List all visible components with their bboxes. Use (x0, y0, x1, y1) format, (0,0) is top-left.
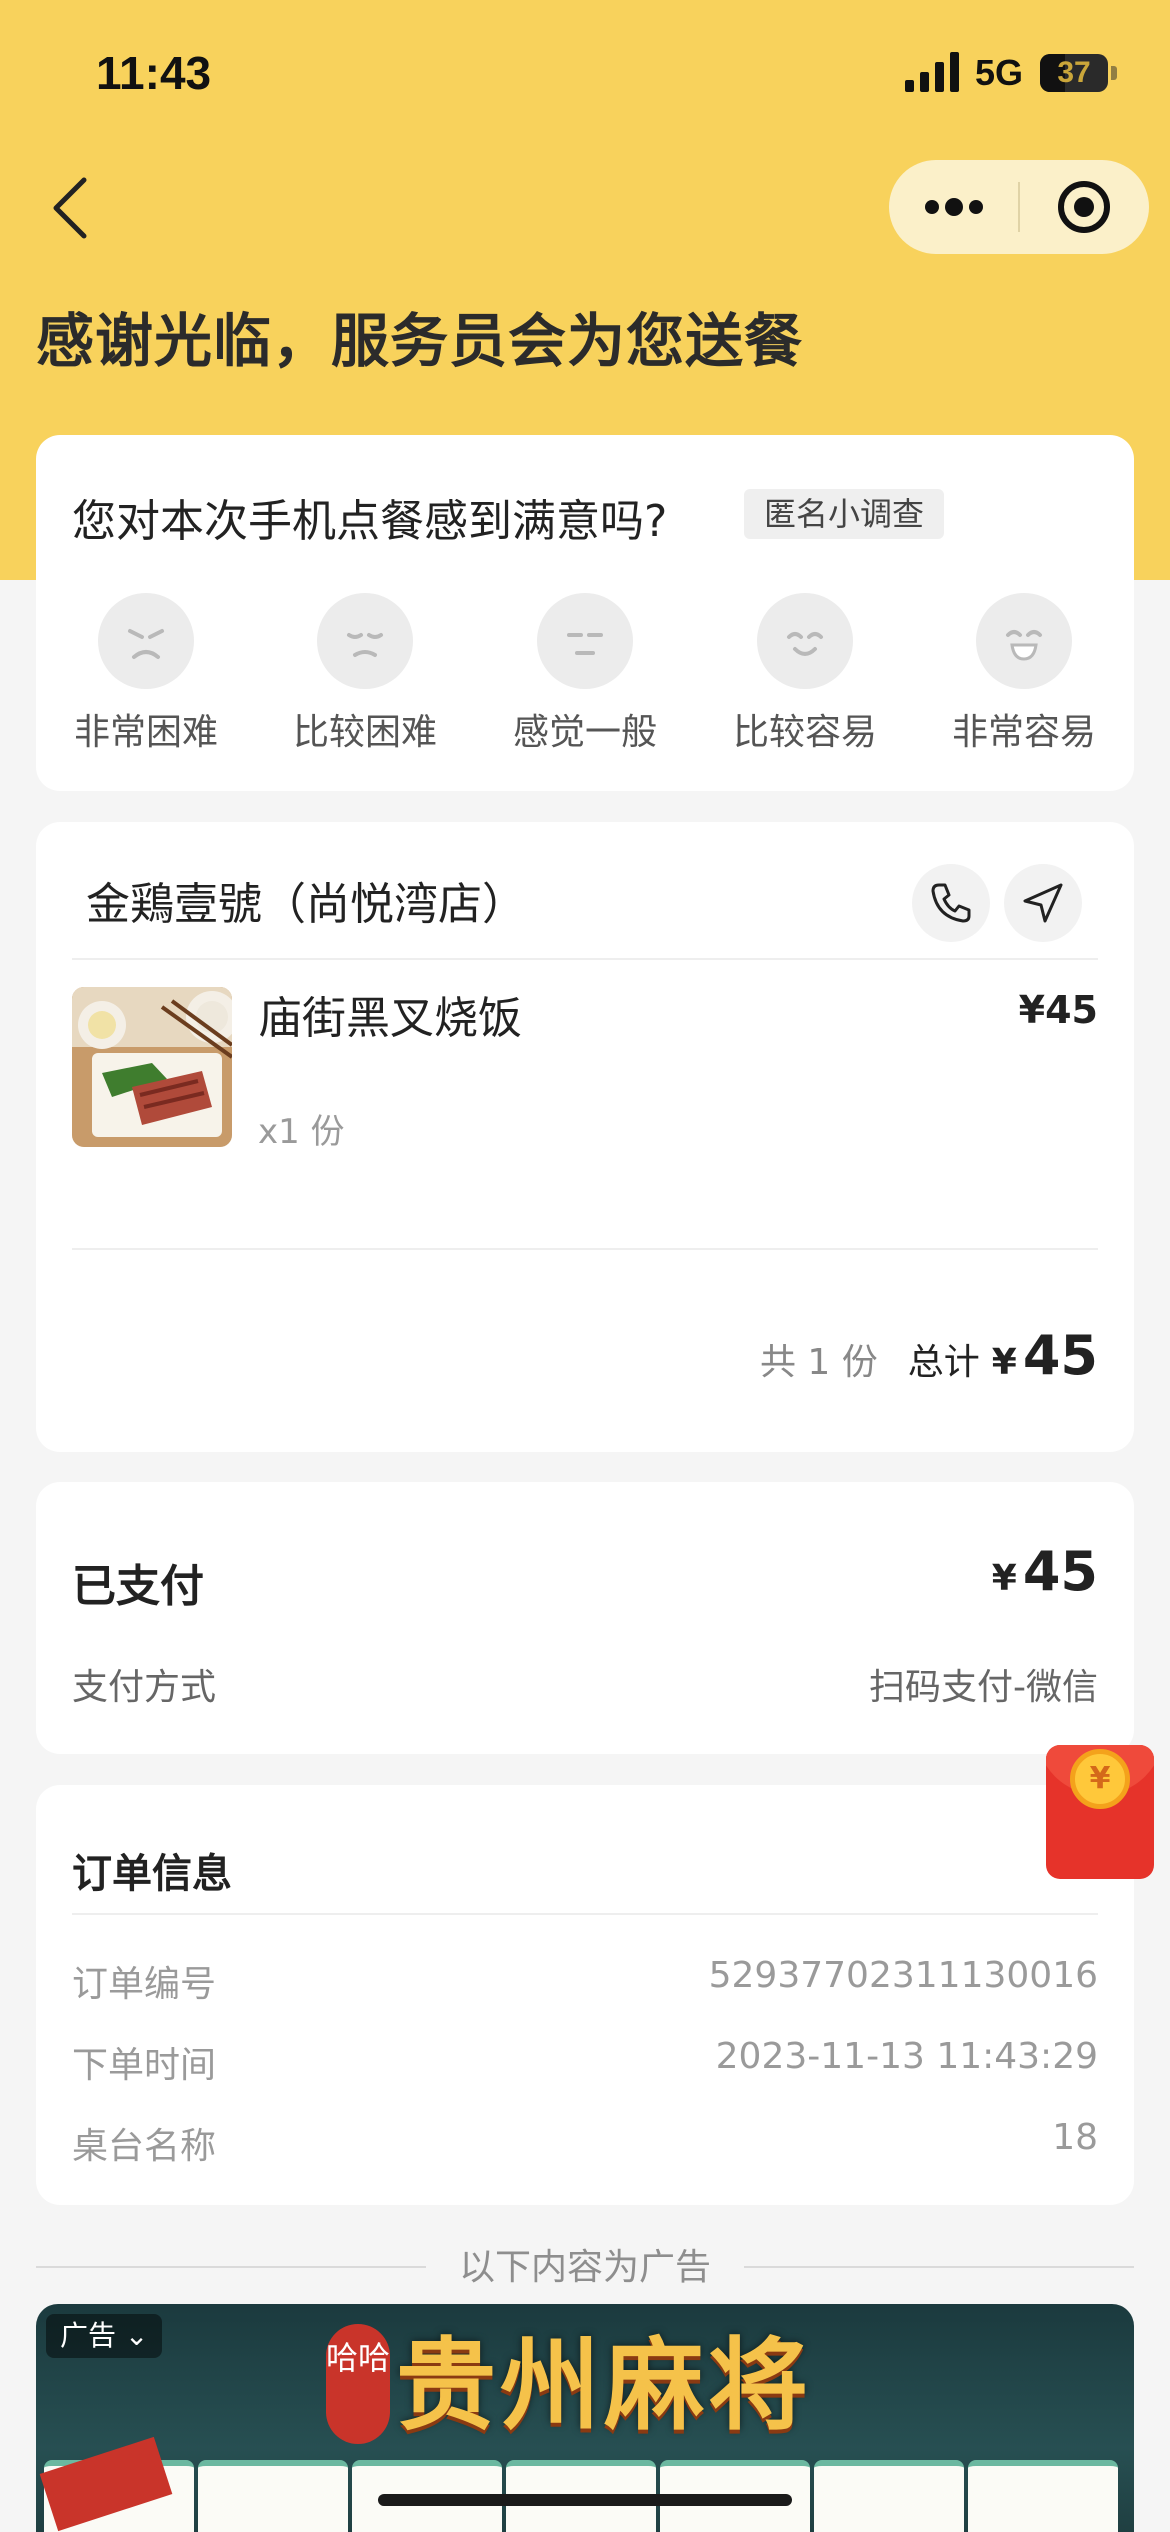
divider (72, 1248, 1098, 1250)
battery-level: 37 (1057, 56, 1091, 89)
divider (72, 1913, 1098, 1915)
order-time-value: 2023-11-13 11:43:29 (715, 2036, 1098, 2077)
ad-title: 贵州麻将 (396, 2326, 812, 2444)
total-count: 共 1 份 (759, 1342, 878, 1383)
rating-label: 感觉一般 (512, 712, 657, 753)
payment-status: 已支付 (72, 1561, 204, 1612)
home-indicator (378, 2494, 792, 2506)
rating-option-4[interactable]: 比较容易 (695, 593, 915, 755)
survey-card: 您对本次手机点餐感到满意吗? 匿名小调查 非常困难 比较困难 感觉一般 比较容易… (36, 435, 1134, 791)
yuan-coin-icon: ¥ (1070, 1749, 1130, 1809)
call-button[interactable] (912, 864, 990, 942)
item-price: ¥45 (1018, 988, 1098, 1032)
rating-option-3[interactable]: 感觉一般 (475, 593, 695, 755)
network-label: 5G (975, 52, 1024, 93)
status-time: 11:43 (96, 47, 212, 99)
navigation-arrow-icon (1023, 883, 1063, 923)
rating-option-5[interactable]: 非常容易 (914, 593, 1134, 755)
ad-divider-text: 以下内容为广告 (458, 2247, 711, 2288)
rating-label: 比较容易 (732, 712, 877, 753)
ad-badge: 哈哈 (326, 2324, 390, 2444)
table-name-label: 桌台名称 (72, 2126, 217, 2167)
total-label: 总计 (907, 1342, 980, 1383)
total-amount: 45 (1022, 1324, 1098, 1387)
battery-icon: 37 (1040, 54, 1108, 92)
order-info-title: 订单信息 (72, 1851, 232, 1897)
paid-amount: ¥ 45 (992, 1540, 1098, 1603)
order-number-label: 订单编号 (72, 1964, 217, 2005)
mini-program-capsule (889, 160, 1149, 254)
item-quantity: x1 份 (258, 1112, 345, 1152)
sad-face-icon (317, 593, 413, 689)
order-items-card: 金鶏壹號（尚悦湾店） 庙街黑叉烧饭 ¥45 x1 份 共 1 份 总计 ¥ 45 (36, 822, 1134, 1452)
ad-divider: 以下内容为广告 (36, 2238, 1134, 2294)
mahjong-tile (814, 2460, 964, 2532)
back-button[interactable] (40, 168, 100, 248)
red-packet-button[interactable]: ¥ (1046, 1745, 1154, 1879)
payment-method-value: 扫码支付-微信 (869, 1667, 1098, 1708)
rating-label: 非常容易 (951, 712, 1096, 753)
order-info-card: 订单信息 订单编号 52937702311130016 下单时间 2023-11… (36, 1785, 1134, 2205)
food-image (72, 987, 232, 1147)
rating-label: 非常困难 (73, 712, 218, 753)
target-circle-icon (1058, 181, 1110, 233)
store-name: 金鶏壹號（尚悦湾店） (86, 879, 526, 930)
more-dots-icon (925, 198, 983, 216)
more-button[interactable] (889, 160, 1019, 254)
currency-symbol: ¥ (991, 1558, 1017, 1599)
survey-question: 您对本次手机点餐感到满意吗? (72, 496, 668, 547)
neutral-face-icon (537, 593, 633, 689)
item-name: 庙街黑叉烧饭 (258, 993, 522, 1044)
signal-icon (905, 52, 959, 92)
smile-face-icon (757, 593, 853, 689)
order-number-value: 52937702311130016 (708, 1955, 1098, 1996)
survey-tag: 匿名小调查 (744, 489, 945, 539)
mahjong-tile (968, 2460, 1118, 2532)
payment-method-label: 支付方式 (72, 1667, 217, 1708)
payment-card: 已支付 ¥ 45 支付方式 扫码支付-微信 (36, 1482, 1134, 1754)
navigate-button[interactable] (1004, 864, 1082, 942)
divider-line (744, 2266, 1134, 2268)
phone-icon (931, 883, 971, 923)
angry-face-icon (98, 593, 194, 689)
rating-option-2[interactable]: 比较困难 (255, 593, 475, 755)
paid-amount-value: 45 (1022, 1540, 1098, 1603)
laugh-face-icon (976, 593, 1072, 689)
order-time-label: 下单时间 (72, 2045, 217, 2086)
order-total: 共 1 份 总计 ¥ 45 (760, 1324, 1098, 1387)
close-button[interactable] (1019, 160, 1149, 254)
currency-symbol: ¥ (991, 1342, 1017, 1383)
chevron-left-icon (53, 177, 87, 239)
mahjong-tile (198, 2460, 348, 2532)
table-name-value: 18 (1052, 2117, 1098, 2158)
battery-cap (1111, 66, 1117, 80)
divider (72, 958, 1098, 960)
ad-label-dropdown[interactable]: 广告 ⌄ (46, 2314, 163, 2358)
rating-option-1[interactable]: 非常困难 (36, 593, 256, 755)
page-title: 感谢光临，服务员会为您送餐 (36, 307, 804, 375)
rating-label: 比较困难 (292, 712, 437, 753)
